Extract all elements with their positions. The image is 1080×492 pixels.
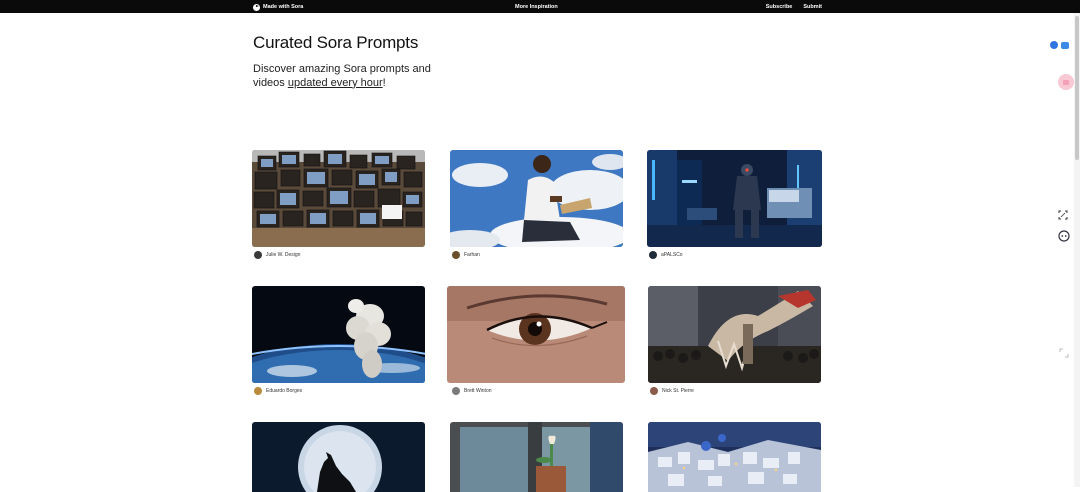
page-subtitle: Discover amazing Sora prompts and videos… <box>253 63 453 90</box>
card-author[interactable]: Brett Winton <box>452 387 492 395</box>
video-thumbnail[interactable] <box>447 286 625 383</box>
avatar <box>649 251 657 259</box>
avatar <box>254 251 262 259</box>
author-name: Farhan <box>464 252 480 258</box>
author-name: Brett Winton <box>464 388 492 394</box>
video-thumbnail[interactable] <box>252 286 425 383</box>
man-reading-image <box>450 150 623 247</box>
expand-glyph <box>1059 348 1069 358</box>
robot-city-image <box>647 150 822 247</box>
updated-every-hour-link[interactable]: updated every hour <box>288 77 383 89</box>
video-thumbnail[interactable] <box>252 422 425 492</box>
video-thumbnail[interactable] <box>450 150 623 247</box>
subtitle-end: ! <box>382 76 386 89</box>
wolf-moon-image <box>252 422 425 492</box>
video-thumbnail[interactable] <box>647 150 822 247</box>
subscribe-link[interactable]: Subscribe <box>766 4 793 10</box>
dragon-parade-image <box>648 286 821 383</box>
brand-label: Made with Sora <box>263 4 304 10</box>
video-thumbnail[interactable] <box>450 422 623 492</box>
avatar <box>254 387 262 395</box>
avatar <box>650 387 658 395</box>
top-nav-bar: Made with Sora More Inspiration Subscrib… <box>0 0 1080 13</box>
expand-icon[interactable] <box>1058 347 1070 359</box>
card-author[interactable]: Eduardo Borges <box>254 387 302 395</box>
earth-smoke-image <box>252 286 425 383</box>
more-inspiration-link[interactable]: More Inspiration <box>515 4 558 10</box>
translate-icon[interactable] <box>1049 41 1058 49</box>
author-name: Nick St. Pierre <box>662 388 694 394</box>
robot-glyph <box>1057 229 1070 242</box>
video-thumbnail[interactable] <box>648 286 821 383</box>
page-title: Curated Sora Prompts <box>253 33 419 52</box>
screenshot-glyph <box>1058 210 1068 220</box>
author-name: aPALSCo <box>661 252 683 258</box>
assistant-bubble-icon[interactable] <box>1058 74 1074 90</box>
scrollbar-thumb[interactable] <box>1075 16 1079 160</box>
card-author[interactable]: Julie W. Design <box>254 251 300 259</box>
nav-actions: Subscribe Submit <box>766 4 822 10</box>
windowsill-plant-image <box>450 422 623 492</box>
author-name: Eduardo Borges <box>266 388 303 394</box>
card-author[interactable]: Farhan <box>452 251 480 259</box>
eye-closeup-image <box>447 286 625 383</box>
bubble-glyph <box>1063 79 1069 85</box>
card-author[interactable]: aPALSCo <box>649 251 683 259</box>
card-author[interactable]: Nick St. Pierre <box>650 387 694 395</box>
screenshot-icon[interactable] <box>1057 209 1069 221</box>
avatar <box>452 251 460 259</box>
author-name: Julie W. Design <box>266 252 301 258</box>
brand-link[interactable]: Made with Sora <box>253 3 303 11</box>
santorini-image <box>648 422 821 492</box>
play-icon <box>253 3 260 11</box>
floating-toolbar <box>1048 40 1070 50</box>
tv-wall-image <box>252 150 425 247</box>
avatar <box>452 387 460 395</box>
chat-icon[interactable] <box>1060 41 1069 49</box>
video-thumbnail[interactable] <box>252 150 425 247</box>
video-thumbnail[interactable] <box>648 422 821 492</box>
robot-icon[interactable] <box>1057 229 1070 242</box>
submit-link[interactable]: Submit <box>803 4 822 10</box>
